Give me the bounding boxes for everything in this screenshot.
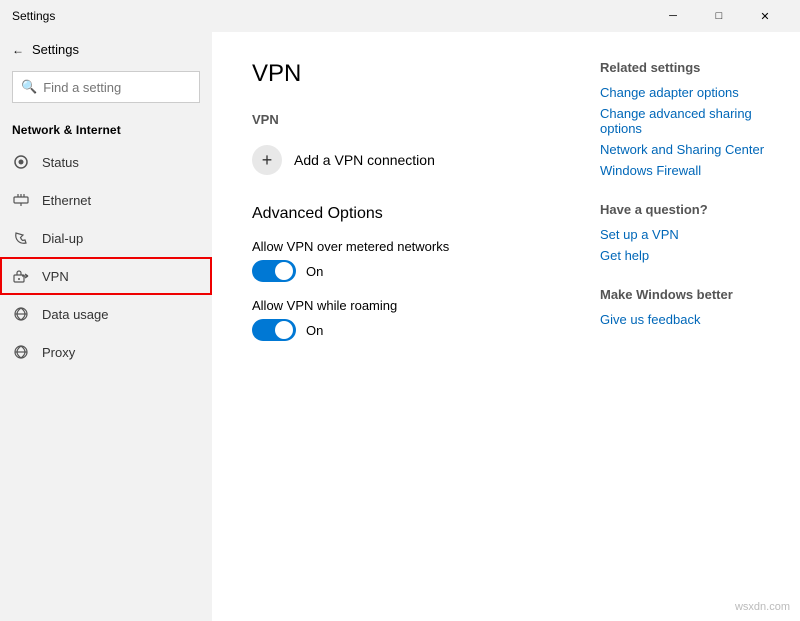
add-vpn-label: Add a VPN connection [294,152,435,168]
close-button[interactable]: ✕ [742,0,788,32]
app-container: ← Settings 🔍 Network & Internet Status E… [0,32,800,621]
search-input[interactable] [43,80,212,95]
vpn-icon [12,267,30,285]
related-settings-section: Related settings Change adapter options … [600,60,780,178]
link-network-center[interactable]: Network and Sharing Center [600,142,780,157]
feedback-section: Make Windows better Give us feedback [600,287,780,327]
toggle-metered-label: On [306,264,323,279]
sidebar-back-button[interactable]: ← Settings [0,32,212,67]
sidebar-item-ethernet[interactable]: Ethernet [0,181,212,219]
sidebar-item-label-ethernet: Ethernet [42,193,91,208]
option-metered-label: Allow VPN over metered networks [252,239,540,254]
sidebar-item-proxy[interactable]: Proxy [0,333,212,371]
link-sharing[interactable]: Change advanced sharing options [600,106,780,136]
sidebar-back-label: Settings [32,42,79,57]
sidebar-item-label-data-usage: Data usage [42,307,109,322]
link-feedback[interactable]: Give us feedback [600,312,780,327]
proxy-icon [12,343,30,361]
sidebar-item-status[interactable]: Status [0,143,212,181]
sidebar-section-label: Network & Internet [0,115,212,143]
add-vpn-button[interactable]: + Add a VPN connection [252,139,540,181]
sidebar-item-label-vpn: VPN [42,269,69,284]
feedback-title: Make Windows better [600,287,780,302]
option-roaming-toggle-row: On [252,319,540,341]
maximize-button[interactable]: □ [696,0,742,32]
option-roaming: Allow VPN while roaming On [252,298,540,341]
plus-icon: + [252,145,282,175]
option-metered: Allow VPN over metered networks On [252,239,540,282]
toggle-metered[interactable] [252,260,296,282]
question-section: Have a question? Set up a VPN Get help [600,202,780,263]
link-adapter[interactable]: Change adapter options [600,85,780,100]
right-panel: Related settings Change adapter options … [580,32,800,621]
sidebar-item-label-dialup: Dial-up [42,231,83,246]
titlebar: Settings ─ □ ✕ [0,0,800,32]
sidebar-search-box[interactable]: 🔍 [12,71,200,103]
status-icon [12,153,30,171]
question-title: Have a question? [600,202,780,217]
minimize-button[interactable]: ─ [650,0,696,32]
sidebar-item-label-proxy: Proxy [42,345,75,360]
main-content: VPN VPN + Add a VPN connection Advanced … [212,32,580,621]
link-setup-vpn[interactable]: Set up a VPN [600,227,780,242]
advanced-options-title: Advanced Options [252,205,540,223]
search-icon: 🔍 [21,79,37,95]
dialup-icon [12,229,30,247]
page-title: VPN [252,60,540,88]
titlebar-controls: ─ □ ✕ [650,0,788,32]
vpn-section-label: VPN [252,112,540,127]
toggle-roaming-label: On [306,323,323,338]
toggle-roaming[interactable] [252,319,296,341]
titlebar-title: Settings [12,9,650,23]
sidebar-item-dialup[interactable]: Dial-up [0,219,212,257]
option-metered-toggle-row: On [252,260,540,282]
option-roaming-label: Allow VPN while roaming [252,298,540,313]
sidebar-item-vpn[interactable]: VPN [0,257,212,295]
ethernet-icon [12,191,30,209]
link-firewall[interactable]: Windows Firewall [600,163,780,178]
sidebar-item-label-status: Status [42,155,79,170]
related-settings-title: Related settings [600,60,780,75]
watermark: wsxdn.com [735,601,790,613]
data-usage-icon [12,305,30,323]
sidebar-item-data-usage[interactable]: Data usage [0,295,212,333]
back-icon: ← [12,43,24,57]
sidebar: ← Settings 🔍 Network & Internet Status E… [0,32,212,621]
link-get-help[interactable]: Get help [600,248,780,263]
